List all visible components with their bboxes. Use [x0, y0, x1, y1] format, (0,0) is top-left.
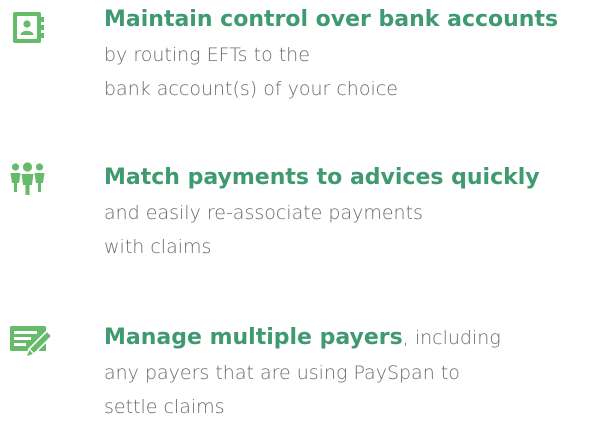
feature-text: Match payments to advices quickly and ea…: [104, 160, 611, 264]
feature-description-line: bank account(s) of your choice: [104, 78, 398, 100]
feature-text: Maintain control over bank accounts by r…: [104, 2, 611, 106]
contact-book-icon: [10, 10, 60, 60]
feature-headline-suffix: , including: [402, 327, 501, 349]
feature-text: Manage multiple payers, including any pa…: [104, 320, 611, 424]
feature-headline: Match payments to advices quickly: [104, 165, 540, 190]
feature-headline: Manage multiple payers: [104, 325, 403, 350]
feature-headline-line: Manage multiple payers, including: [104, 320, 611, 356]
people-group-icon: [8, 160, 58, 210]
feature-description-line: any payers that are using PaySpan to: [104, 362, 460, 384]
feature-description-line: and easily re-associate payments: [104, 202, 423, 224]
feature-headline-line: Maintain control over bank accounts: [104, 2, 611, 38]
feature-description-line: settle claims: [104, 396, 225, 418]
edit-document-icon: [9, 321, 59, 371]
feature-headline-line: Match payments to advices quickly: [104, 160, 611, 196]
feature-description-line: with claims: [104, 236, 212, 258]
feature-headline: Maintain control over bank accounts: [104, 7, 559, 32]
feature-description-line: by routing EFTs to the: [104, 44, 310, 66]
